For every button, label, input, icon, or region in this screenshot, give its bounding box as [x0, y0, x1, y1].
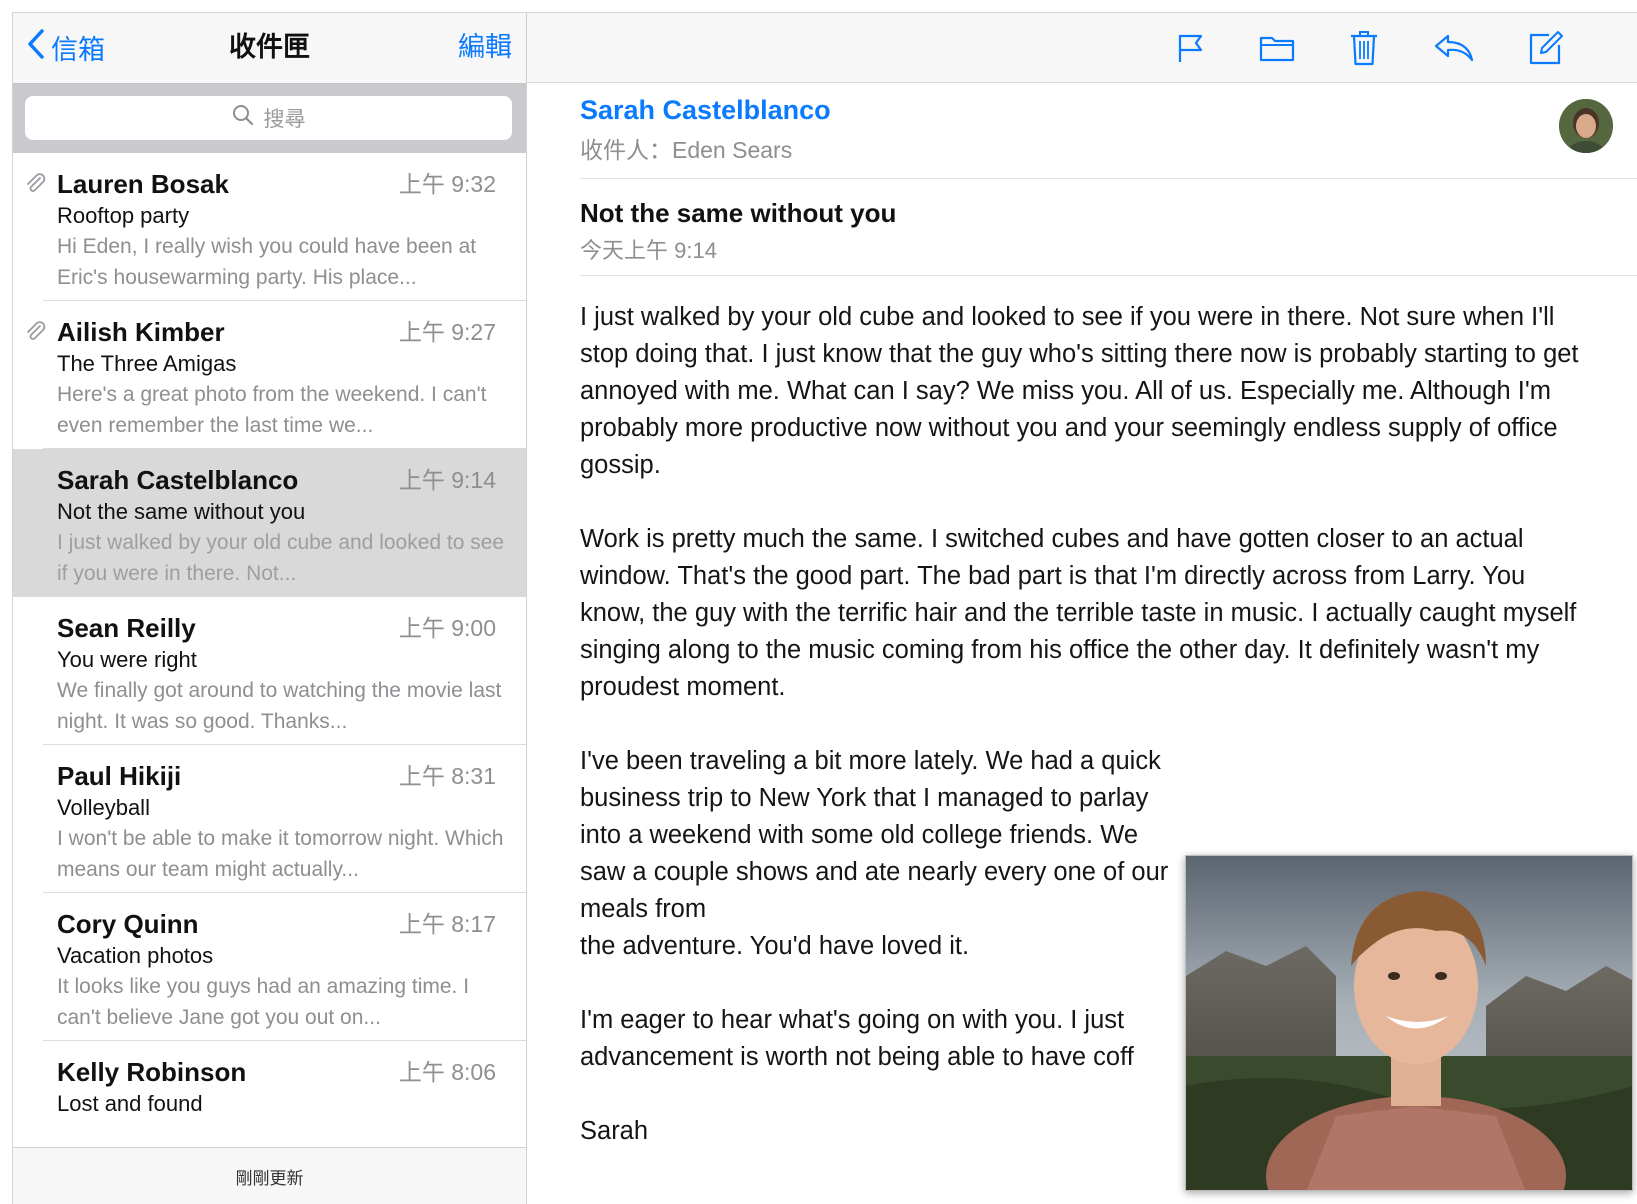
mail-app-window: 信箱 收件匣 編輯 搜尋 Lauren Bosak 上午 9:32 Rooftop …: [12, 12, 1637, 1204]
message-subject: Not the same without you: [57, 499, 306, 524]
facetime-video-overlay[interactable]: [1185, 855, 1633, 1191]
message-preview: Here's a great photo from the weekend. I…: [57, 383, 487, 437]
search-field[interactable]: 搜尋: [25, 96, 512, 140]
message-list-item[interactable]: Sean Reilly 上午 9:00 You were right We final…: [13, 597, 526, 745]
recipient-line: 收件人：Eden Sears: [580, 137, 793, 163]
search-bar-container: 搜尋: [13, 83, 526, 153]
header-divider: [580, 178, 1637, 179]
email-subject: Not the same without you: [580, 198, 897, 228]
message-time: 上午 9:14: [398, 467, 496, 493]
message-preview: Hi Eden, I really wish you could have be…: [57, 235, 477, 289]
message-subject: Volleyball: [57, 795, 150, 820]
body-paragraph-text: I've been traveling a bit more lately. W…: [580, 747, 1169, 923]
body-paragraph: I've been traveling a bit more lately. W…: [580, 743, 1190, 965]
message-list-item[interactable]: Ailish Kimber 上午 9:27 The Three Amigas Here…: [13, 301, 526, 449]
body-paragraph: I just walked by your old cube and looke…: [580, 303, 1579, 479]
paperclip-icon: [23, 171, 47, 195]
message-time: 上午 9:27: [398, 319, 496, 345]
message-list-item[interactable]: Paul Hikiji 上午 8:31 Volleyball I won't be a…: [13, 745, 526, 893]
message-list-pane: 信箱 收件匣 編輯 搜尋 Lauren Bosak 上午 9:32 Rooftop …: [13, 13, 527, 1204]
message-preview: I won't be able to make it tomorrow nigh…: [57, 827, 504, 881]
body-paragraph-tail: advancement is worth not being able to h…: [580, 1043, 1134, 1071]
message-list[interactable]: Lauren Bosak 上午 9:32 Rooftop party Hi Eden,…: [13, 153, 526, 1148]
back-button-label: 信箱: [51, 34, 105, 65]
chevron-left-icon: [27, 28, 51, 67]
message-subject: The Three Amigas: [57, 351, 237, 376]
body-paragraph-tail: the adventure. You'd have loved it.: [580, 932, 970, 960]
reply-icon[interactable]: [1432, 26, 1476, 70]
message-list-item[interactable]: Lauren Bosak 上午 9:32 Rooftop party Hi Eden,…: [13, 153, 526, 301]
message-time: 上午 8:17: [398, 911, 496, 937]
list-navigation-bar: 信箱 收件匣 編輯: [13, 13, 526, 83]
message-time: 上午 9:00: [398, 615, 496, 641]
email-date: 今天上午 9:14: [580, 238, 717, 263]
message-list-item[interactable]: Sarah Castelblanco 上午 9:14 Not the same wi…: [13, 449, 526, 597]
trash-icon[interactable]: [1342, 26, 1386, 70]
message-subject: Vacation photos: [57, 943, 214, 968]
list-status-footer: 剛剛更新: [13, 1147, 526, 1204]
message-subject: Lost and found: [57, 1091, 203, 1116]
folder-icon[interactable]: [1255, 26, 1299, 70]
paperclip-icon: [23, 319, 47, 343]
message-preview: [57, 1119, 510, 1148]
video-selfie-image: [1186, 856, 1632, 1190]
sender-name-link[interactable]: Sarah Castelblanco: [580, 95, 831, 126]
message-list-item[interactable]: Kelly Robinson 上午 8:06 Lost and found: [13, 1041, 526, 1148]
message-time: 上午 8:06: [398, 1059, 496, 1085]
message-preview: It looks like you guys had an amazing ti…: [57, 975, 470, 1029]
message-subject: Rooftop party: [57, 203, 190, 228]
message-preview: I just walked by your old cube and looke…: [57, 531, 505, 585]
message-preview: We finally got around to watching the mo…: [57, 679, 502, 733]
updated-status-text: 剛剛更新: [235, 1168, 304, 1188]
edit-button[interactable]: 編輯: [458, 27, 512, 67]
search-placeholder: 搜尋: [263, 108, 306, 131]
compose-icon[interactable]: [1524, 26, 1568, 70]
avatar[interactable]: [1559, 99, 1613, 153]
search-icon: [232, 104, 264, 132]
detail-toolbar: [527, 13, 1637, 83]
body-paragraph-text: I'm eager to hear what's going on with y…: [580, 1006, 1125, 1034]
message-list-item[interactable]: Cory Quinn 上午 8:17 Vacation photos It looks…: [13, 893, 526, 1041]
message-time: 上午 8:31: [398, 763, 496, 789]
message-subject: You were right: [57, 647, 197, 672]
subject-divider: [580, 275, 1637, 276]
mailboxes-back-button[interactable]: 信箱: [27, 27, 105, 67]
body-paragraph: Work is pretty much the same. I switched…: [580, 525, 1577, 701]
flag-icon[interactable]: [1168, 26, 1212, 70]
message-time: 上午 9:32: [398, 171, 496, 197]
